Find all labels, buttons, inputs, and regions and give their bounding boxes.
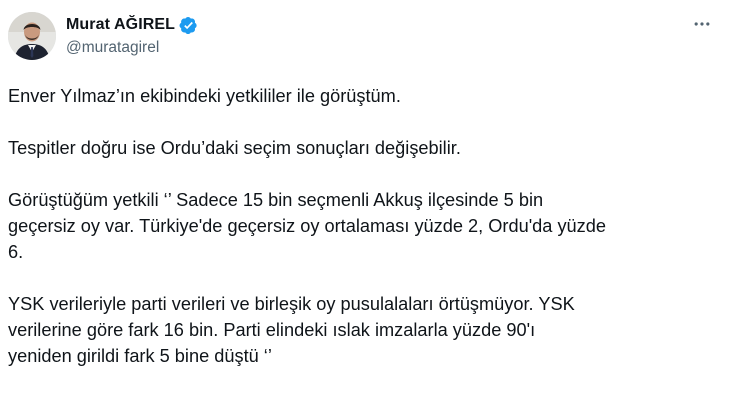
tweet-header: Murat AĞIREL @muratagirel [8,10,720,66]
tweet-paragraph: Tespitler doğru ise Ordu’daki seçim sonu… [8,138,461,158]
author-display-name[interactable]: Murat AĞIREL [66,16,175,34]
tweet-paragraph: Görüştüğüm yetkili ‘’ Sadece 15 bin seçm… [8,190,606,262]
avatar-image [8,12,56,60]
more-horizontal-icon [694,22,710,26]
verified-badge-icon[interactable] [179,16,198,35]
author-info: Murat AĞIREL @muratagirel [66,14,198,57]
tweet-paragraph: YSK verileriyle parti verileri ve birleş… [8,294,575,366]
author-handle[interactable]: @muratagirel [66,39,198,57]
more-options-button[interactable] [688,12,716,36]
name-row: Murat AĞIREL [66,14,198,36]
tweet-text: Enver Yılmaz’ın ekibindeki yetkililer il… [8,83,720,369]
tweet-paragraph: Enver Yılmaz’ın ekibindeki yetkililer il… [8,86,401,106]
tweet-card: Murat AĞIREL @muratagirel Enver Yılmaz’ı… [0,0,730,411]
avatar[interactable] [8,12,56,60]
